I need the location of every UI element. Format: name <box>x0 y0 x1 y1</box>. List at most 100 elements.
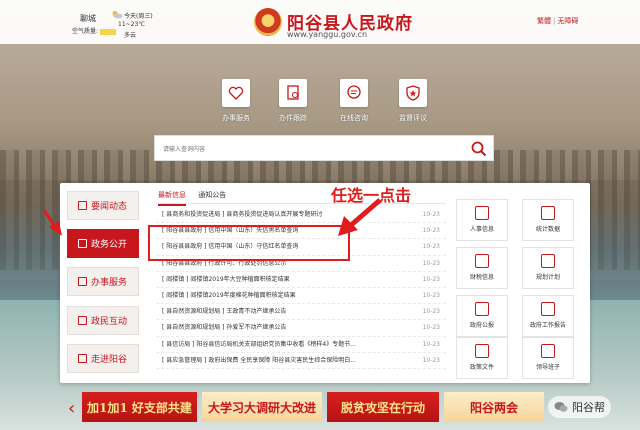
shield-star-icon <box>399 79 427 107</box>
tab-notices[interactable]: 通知公告 <box>198 190 226 204</box>
list-icon <box>541 302 555 316</box>
services-icon <box>78 277 87 286</box>
grid-item-planning[interactable]: 规划计划 <box>522 247 574 289</box>
grid-item-work-report[interactable]: 政府工作报告 <box>522 295 574 337</box>
news-title: [ 县应急管理局 ] 政府出保费 全民享保障 阳谷县灾害民生综合保险明白... <box>162 356 356 364</box>
news-title: [ 县信访局 ] 阳谷县信访局机关支部组织党员集中收看《榜样4》专题节... <box>162 340 356 348</box>
news-item[interactable]: [ 县应急管理局 ] 政府出保费 全民享保障 阳谷县灾害民生综合保险明白... 1… <box>156 353 446 369</box>
air-quality-bar <box>100 28 117 35</box>
news-title: [ 县商务和投资促进局 ] 县商务投资促进局认真开展专题研讨 <box>162 211 323 218</box>
news-date: 10-23 <box>422 211 440 218</box>
news-date: 10-23 <box>422 324 440 332</box>
sidenav-label: 要闻动态 <box>91 202 128 212</box>
site-url: www.yanggu.gov.cn <box>287 30 368 39</box>
grid-item-finance[interactable]: 财税信息 <box>456 247 508 289</box>
news-date: 10-23 <box>422 308 440 316</box>
news-title: [ 县自然资源和规划局 ] 孙爱军不动产继承公告 <box>162 324 287 332</box>
news-icon <box>78 201 87 210</box>
news-date: 10-23 <box>422 227 440 235</box>
news-item[interactable]: [ 县商务和投资促进局 ] 县商务投资促进局认真开展专题研讨 10-23 <box>156 207 446 224</box>
heart-icon <box>222 79 250 107</box>
sidenav-label: 办事服务 <box>91 278 128 288</box>
grid-item-policy[interactable]: 政策文件 <box>456 337 508 379</box>
list-icon <box>475 344 489 358</box>
sidenav-item-gov-affairs[interactable]: 政务公开 <box>67 229 139 258</box>
news-item[interactable]: [ 县信访局 ] 阳谷县信访局机关支部组织党员集中收看《榜样4》专题节... 10… <box>156 337 446 353</box>
grid-label: 政府工作报告 <box>529 322 566 329</box>
grid-item-leadership[interactable]: 领导班子 <box>522 337 574 379</box>
news-title: [ 阎楼镇 ] 阎楼镇2019年度棉花种植面积核定结果 <box>162 291 296 299</box>
news-date: 10-23 <box>422 259 440 267</box>
search-icon[interactable] <box>469 139 489 159</box>
about-icon <box>78 354 87 363</box>
news-item[interactable]: [ 县自然资源和规划局 ] 孙爱军不动产继承公告 10-23 <box>156 320 446 337</box>
weather-day: 今天(周三) <box>124 13 153 20</box>
banner-two-sessions[interactable]: 阳谷两会 <box>444 392 544 422</box>
service-item-supervision[interactable]: 监督评议 <box>370 79 456 123</box>
interaction-icon <box>78 316 87 325</box>
news-date: 10-23 <box>422 291 440 299</box>
wechat-watermark: 阳谷帮 <box>548 396 611 418</box>
divider: | <box>553 17 556 25</box>
sidenav-item-about[interactable]: 走进阳谷 <box>67 344 139 373</box>
sidenav-item-interaction[interactable]: 政民互动 <box>67 306 139 335</box>
sidenav-item-news[interactable]: 要闻动态 <box>67 191 139 220</box>
list-icon <box>541 206 555 220</box>
top-links: 繁體 | 无障碍 <box>537 16 580 26</box>
banner-party-building[interactable]: 加1加1 好支部共建 <box>82 392 197 422</box>
annotation-arrow-icon <box>338 198 382 236</box>
weather-city: 聊城 <box>80 14 96 23</box>
news-title: [ 阎楼镇 ] 阎楼镇2019年大豆种植面积核定结果 <box>162 275 290 283</box>
national-emblem-icon <box>254 8 282 36</box>
content-panel: 要闻动态 政务公开 办事服务 政民互动 走进阳谷 最新信息 通知公告 [ 县商务… <box>60 183 590 383</box>
weather-condition: 多云 <box>124 32 137 39</box>
sidenav-label: 走进阳谷 <box>91 355 128 365</box>
banner-poverty-alleviation[interactable]: 脱贫攻坚在行动 <box>327 392 439 422</box>
grid-item-personnel[interactable]: 人事信息 <box>456 199 508 241</box>
grid-item-gazette[interactable]: 政府公报 <box>456 295 508 337</box>
grid-label: 财税信息 <box>469 274 494 281</box>
news-title: [ 县自然资源和规划局 ] 王政青不动产继承公告 <box>162 308 287 316</box>
cloudy-sun-icon <box>112 11 123 19</box>
search-input[interactable] <box>155 137 455 162</box>
news-date: 10-23 <box>422 275 440 283</box>
news-date: 10-23 <box>422 356 440 364</box>
accessibility-link[interactable]: 无障碍 <box>557 17 578 25</box>
news-item[interactable]: [ 阎楼镇 ] 阎楼镇2019年大豆种植面积核定结果 10-23 <box>156 272 446 288</box>
list-icon <box>475 254 489 268</box>
grid-label: 领导班子 <box>535 364 560 371</box>
weather-air-quality: 空气质量: <box>72 26 117 35</box>
highlight-box <box>148 225 350 261</box>
service-label: 监督评议 <box>399 114 427 122</box>
grid-label: 人事信息 <box>469 226 494 233</box>
annotation-arrow-icon <box>42 209 62 236</box>
list-icon <box>541 344 555 358</box>
search-bar <box>154 135 494 162</box>
weather-temp: 11~23℃ <box>118 21 146 28</box>
news-item[interactable]: [ 县自然资源和规划局 ] 王政青不动产继承公告 10-23 <box>156 304 446 321</box>
chat-icon <box>340 79 368 107</box>
sidenav-label: 政务公开 <box>91 240 128 250</box>
list-icon <box>475 302 489 316</box>
news-date: 10-23 <box>422 243 440 251</box>
list-icon <box>541 254 555 268</box>
sidenav-item-services[interactable]: 办事服务 <box>67 267 139 296</box>
wechat-icon <box>554 402 568 412</box>
grid-label: 统计数据 <box>535 226 560 233</box>
grid-label: 规划计划 <box>535 274 560 281</box>
grid-item-statistics[interactable]: 统计数据 <box>522 199 574 241</box>
grid-label: 政策文件 <box>469 364 494 371</box>
gov-affairs-icon <box>78 239 87 248</box>
traditional-chinese-link[interactable]: 繁體 <box>537 17 551 25</box>
grid-label: 政府公报 <box>469 322 494 329</box>
list-icon <box>475 206 489 220</box>
chevron-left-icon[interactable]: ‹ <box>68 398 75 419</box>
news-date: 10-23 <box>422 340 440 348</box>
watermark-text: 阳谷帮 <box>572 401 605 414</box>
site-header: 聊城 空气质量: 今天(周三) 11~23℃ 多云 阳谷县人民政府 www.ya… <box>0 0 640 44</box>
banner-study-research[interactable]: 大学习大调研大改进 <box>202 392 322 422</box>
air-quality-label: 空气质量: <box>72 28 99 35</box>
document-search-icon <box>279 79 307 107</box>
news-item[interactable]: [ 阎楼镇 ] 阎楼镇2019年度棉花种植面积核定结果 10-23 <box>156 288 446 305</box>
sidenav-label: 政民互动 <box>91 317 128 327</box>
